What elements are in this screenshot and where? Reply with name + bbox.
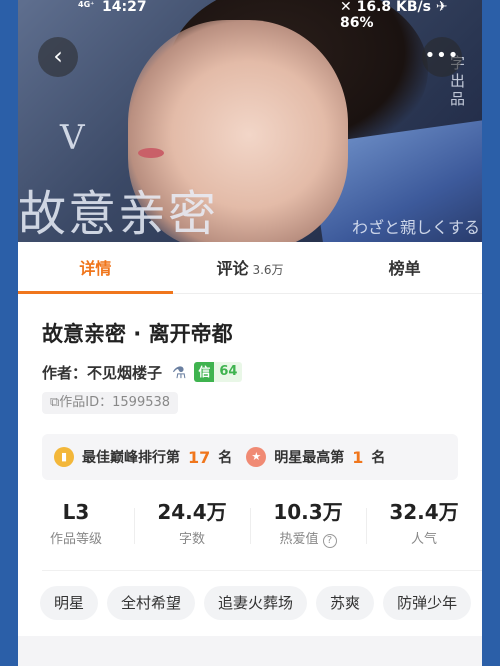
star-rank-value: 1 [352, 447, 364, 467]
more-button[interactable]: ••• [422, 37, 462, 77]
active-tab-indicator [18, 291, 173, 294]
cover-banner: V 故意亲密 わざと親しくする 字出品 [18, 0, 482, 242]
tag-chip[interactable]: 苏爽 [316, 586, 375, 620]
stat-popularity: 32.4万 人气 [366, 498, 482, 558]
tab-details[interactable]: 详情 [18, 242, 173, 294]
signal-indicator: 4G⁺ [78, 0, 95, 9]
app-frame: V 故意亲密 わざと親しくする 字出品 4G⁺ 14:27 ✕ 16.8 KB/… [18, 0, 482, 666]
chart-bar-icon: ▮ [54, 447, 74, 467]
stat-word-count: 24.4万 字数 [134, 498, 250, 558]
status-time: 14:27 [102, 0, 147, 15]
tag-chip[interactable]: 全村希望 [107, 586, 196, 620]
back-button[interactable]: ‹ [38, 37, 78, 77]
tag-list: 明星 全村希望 追妻火葬场 苏爽 防弹少年 [40, 586, 482, 622]
stats-row: L3 作品等级 24.4万 字数 10.3万 热爱值? 32.4万 人气 [18, 498, 482, 558]
status-right: ✕ 16.8 KB/s ✈ 86% [340, 0, 448, 31]
author-level-icon: ⚗ [172, 362, 187, 382]
stat-love-value: 10.3万 热爱值? [250, 498, 366, 558]
tag-chip[interactable]: 追妻火葬场 [204, 586, 308, 620]
comment-count: 3.6万 [252, 263, 284, 277]
star-rank-icon: ★ [246, 447, 267, 467]
peak-rank-value: 17 [188, 447, 211, 467]
help-icon[interactable]: ? [322, 534, 337, 548]
cover-subtitle: わざと親しくする [352, 218, 481, 237]
cover-letter: V [60, 118, 85, 158]
author-name[interactable]: 作者：不见烟楼子 [42, 362, 162, 383]
more-icon: ••• [424, 45, 460, 66]
section-separator [18, 636, 482, 666]
copy-icon: ⧉ [50, 395, 60, 410]
status-bar: 4G⁺ 14:27 ✕ 16.8 KB/s ✈ 86% [18, 0, 482, 31]
tab-rankings[interactable]: 榜单 [327, 242, 482, 293]
divider [42, 570, 482, 571]
work-id: ⧉作品ID：1599538 [42, 392, 179, 414]
credit-badge: 信 64 [194, 362, 243, 382]
back-icon: ‹ [53, 42, 63, 70]
tab-bar: 详情 评论 3.6万 榜单 [18, 242, 482, 294]
tab-comments[interactable]: 评论 3.6万 [173, 242, 328, 293]
cover-title: 故意亲密 [18, 186, 219, 242]
book-title: 故意亲密 · 离开帝都 [42, 322, 233, 346]
rank-summary[interactable]: ▮ 最佳巅峰排行第 17 名 ★ 明星最高第 1 名 [42, 434, 458, 480]
stat-level: L3 作品等级 [49, 500, 102, 547]
tag-chip[interactable]: 防弹少年 [383, 586, 472, 620]
tag-chip[interactable]: 明星 [40, 586, 99, 620]
author-row: 作者：不见烟楼子 ⚗ 信 64 [42, 360, 243, 384]
